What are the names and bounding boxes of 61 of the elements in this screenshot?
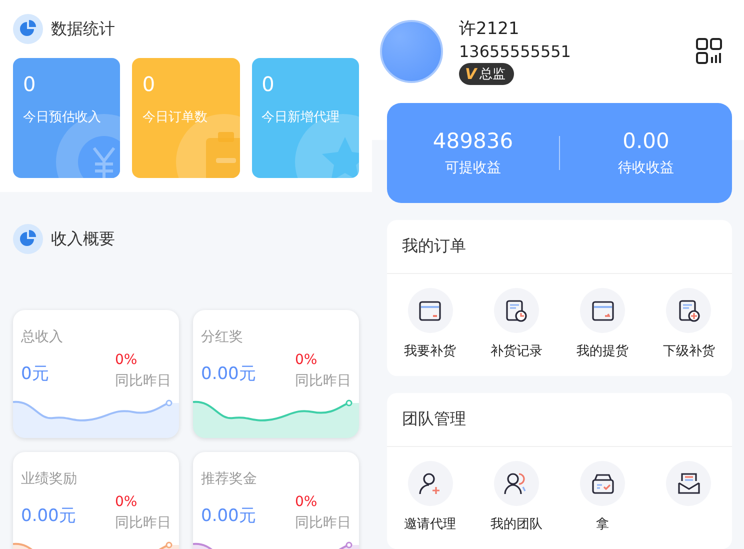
earnings-value: 0.00 bbox=[622, 128, 670, 153]
income-amount: 0.00元 bbox=[21, 505, 76, 527]
menu-item-button[interactable] bbox=[408, 288, 453, 333]
income-title: 分红奖 bbox=[201, 328, 244, 346]
stat-label: 今日新增代理 bbox=[262, 109, 341, 126]
menu-item-label[interactable]: 我要补货 bbox=[404, 342, 456, 360]
section-title: 收入概要 bbox=[51, 228, 115, 250]
rank-icon: V bbox=[465, 65, 477, 84]
compare-label: 同比昨日 bbox=[115, 514, 171, 532]
pie-chart-icon bbox=[13, 14, 43, 44]
change-percent: 0% bbox=[295, 494, 318, 510]
income-card[interactable]: 推荐奖金 0.00元 0% 同比昨日 bbox=[193, 452, 359, 549]
income-amount: 0.00元 bbox=[201, 505, 256, 527]
menu-item-label[interactable]: 补货记录 bbox=[490, 342, 542, 360]
menu-item-button[interactable] bbox=[580, 461, 626, 506]
phone-number: 13655555551 bbox=[459, 42, 572, 62]
rank-label: 总监 bbox=[480, 66, 506, 84]
menu-item-label[interactable]: 我的团队 bbox=[490, 515, 542, 533]
menu-item-label[interactable]: 拿 bbox=[596, 515, 610, 533]
income-card[interactable]: 总收入 0元 0% 同比昨日 bbox=[13, 310, 179, 438]
stat-value: 0 bbox=[23, 72, 37, 96]
compare-label: 同比昨日 bbox=[115, 372, 171, 390]
change-percent: 0% bbox=[295, 352, 318, 368]
document-clock-icon bbox=[503, 298, 530, 324]
user-name: 许2121 bbox=[459, 18, 520, 40]
earnings-label: 待收收益 bbox=[618, 158, 674, 177]
menu-item-button[interactable] bbox=[666, 461, 712, 506]
menu-item-label[interactable]: 我的提货 bbox=[576, 342, 629, 360]
income-title: 业绩奖励 bbox=[21, 470, 78, 488]
income-title: 总收入 bbox=[21, 328, 64, 346]
income-amount: 0元 bbox=[21, 363, 49, 385]
panel-title: 我的订单 bbox=[387, 220, 732, 274]
menu-item-button[interactable] bbox=[408, 461, 453, 506]
compare-label: 同比昨日 bbox=[295, 514, 351, 532]
qr-code-icon[interactable] bbox=[696, 38, 722, 64]
panel-title: 团队管理 bbox=[387, 393, 732, 447]
clipboard-icon bbox=[206, 132, 240, 178]
menu-item-label[interactable]: 下级补货 bbox=[662, 342, 715, 360]
menu-item-button[interactable] bbox=[494, 288, 539, 333]
menu-item-button[interactable] bbox=[580, 288, 626, 333]
stat-label: 今日订单数 bbox=[142, 109, 208, 126]
earnings-label: 可提收益 bbox=[445, 158, 501, 177]
income-title: 推荐奖金 bbox=[201, 470, 258, 488]
income-card[interactable]: 业绩奖励 0.00元 0% 同比昨日 bbox=[13, 452, 179, 549]
mail-icon bbox=[676, 470, 702, 496]
stat-value: 0 bbox=[262, 72, 276, 96]
stat-label: 今日预估收入 bbox=[23, 109, 102, 126]
menu-item-button[interactable] bbox=[666, 288, 712, 333]
section-title: 数据统计 bbox=[51, 18, 115, 40]
yuan-icon bbox=[78, 136, 120, 178]
menu-item-label[interactable]: 邀请代理 bbox=[404, 515, 456, 533]
star-icon bbox=[322, 137, 359, 178]
stat-value: 0 bbox=[142, 72, 156, 96]
change-percent: 0% bbox=[115, 352, 138, 368]
income-card[interactable]: 分红奖 0.00元 0% 同比昨日 bbox=[193, 310, 359, 438]
pie-chart-icon bbox=[13, 224, 43, 254]
menu-item-button[interactable] bbox=[494, 461, 539, 506]
earnings-value: 489836 bbox=[432, 128, 514, 153]
income-amount: 0.00元 bbox=[201, 363, 256, 385]
change-percent: 0% bbox=[115, 494, 138, 510]
compare-label: 同比昨日 bbox=[295, 372, 351, 390]
